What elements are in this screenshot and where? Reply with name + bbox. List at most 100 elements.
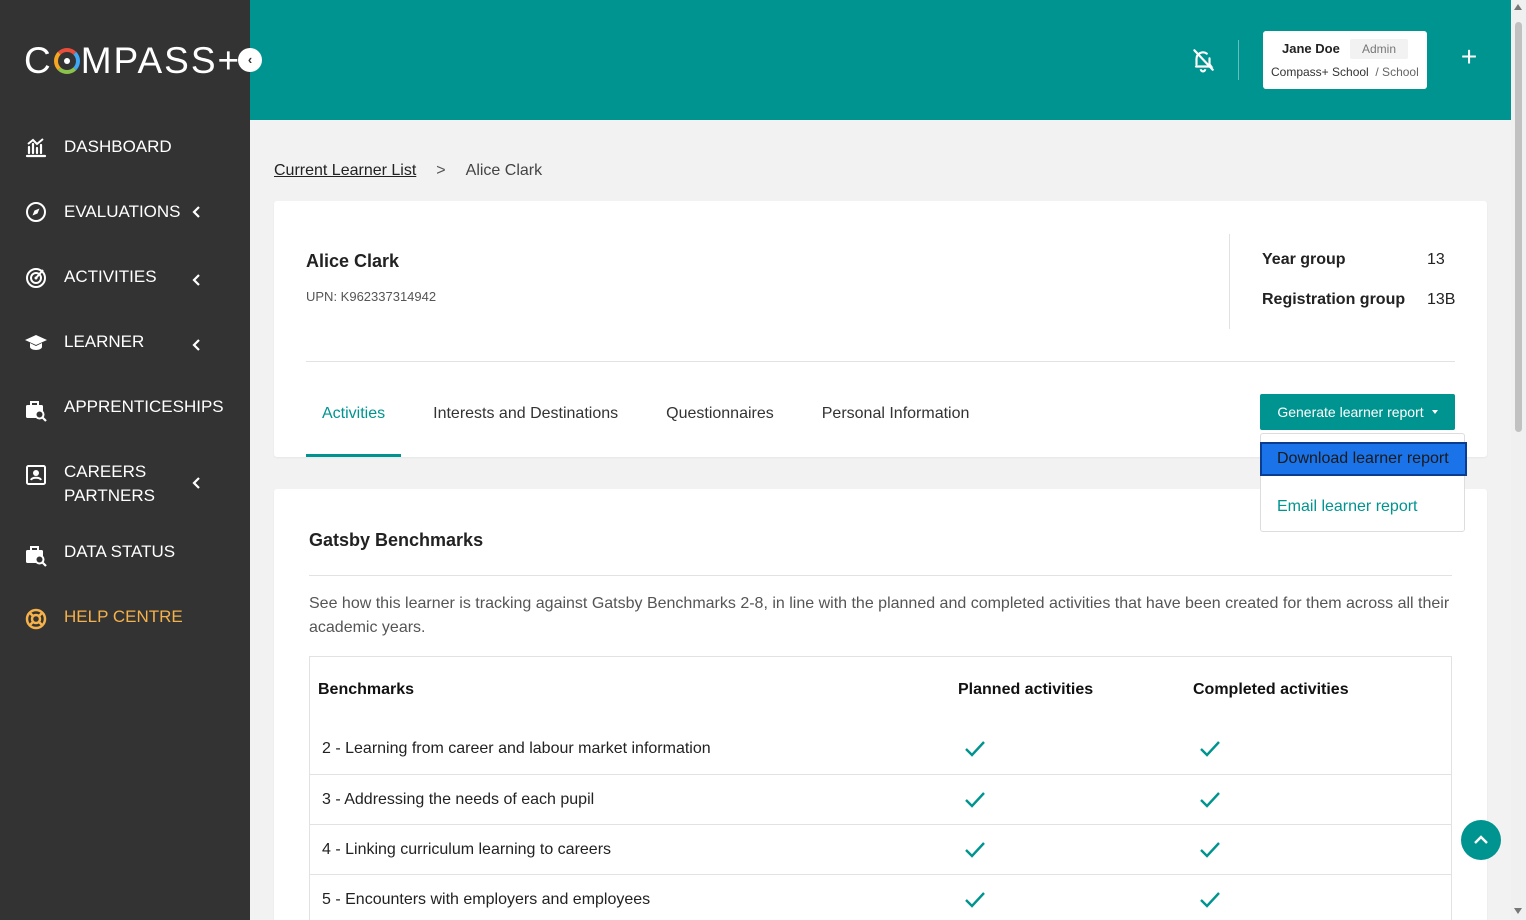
chevron-left-icon xyxy=(192,206,200,218)
registration-group-row: Registration group 13B xyxy=(1262,291,1455,309)
briefcase-search-icon xyxy=(26,546,47,567)
benchmark-name: 3 - Addressing the needs of each pupil xyxy=(322,791,595,808)
scroll-down-arrow-icon[interactable] xyxy=(1514,908,1522,914)
column-header-completed: Completed activities xyxy=(1193,681,1349,698)
top-header: Jane Doe Admin Compass+ School / School … xyxy=(250,0,1511,120)
user-role-badge: Admin xyxy=(1350,39,1409,59)
user-account-card[interactable]: Jane Doe Admin Compass+ School / School xyxy=(1263,31,1427,89)
chevron-left-icon xyxy=(192,274,200,286)
scrollbar-thumb[interactable] xyxy=(1515,22,1522,432)
table-header-row: Benchmarks Planned activities Completed … xyxy=(310,657,1451,724)
breadcrumb: Current Learner List > Alice Clark xyxy=(274,162,542,180)
bell-off-icon[interactable] xyxy=(1190,47,1216,73)
breadcrumb-separator: > xyxy=(436,162,446,179)
user-school: Compass+ School / School xyxy=(1271,65,1419,79)
chevron-up-icon xyxy=(1474,835,1488,844)
sidebar-item-careers-partners[interactable]: CAREERS PARTNERS xyxy=(0,460,250,508)
tab-personal-information[interactable]: Personal Information xyxy=(806,393,986,457)
sidebar: C MPASS+ DASHBOARD EVALUATIONS ACTIVITIES… xyxy=(0,0,250,920)
benchmark-name: 4 - Linking curriculum learning to caree… xyxy=(322,841,612,858)
compass-logo[interactable]: C MPASS+ xyxy=(24,40,241,82)
chevron-left-icon xyxy=(192,477,200,489)
table-row: 2 - Learning from career and labour mark… xyxy=(310,724,1451,774)
sidebar-item-data-status[interactable]: DATA STATUS xyxy=(0,540,250,567)
email-learner-report-option[interactable]: Email learner report xyxy=(1261,490,1466,524)
section-description: See how this learner is tracking against… xyxy=(309,595,1450,636)
page-scrollbar[interactable] xyxy=(1511,0,1526,920)
add-button[interactable]: + xyxy=(1458,43,1480,71)
header-divider xyxy=(1238,40,1239,80)
generate-report-label: Generate learner report xyxy=(1277,404,1424,420)
sidebar-item-learner[interactable]: LEARNER xyxy=(0,330,250,354)
summary-divider xyxy=(1229,234,1230,329)
school-name: Compass+ School xyxy=(1271,65,1369,79)
sidebar-item-label: DATA STATUS xyxy=(64,542,176,561)
sidebar-item-apprenticeships[interactable]: APPRENTICESHIPS xyxy=(0,395,250,422)
benchmark-name: 2 - Learning from career and labour mark… xyxy=(322,740,711,757)
check-icon xyxy=(965,792,985,808)
learner-summary-card: Alice Clark UPN: K962337314942 Year grou… xyxy=(274,201,1487,457)
check-icon xyxy=(965,741,985,757)
tab-questionnaires[interactable]: Questionnaires xyxy=(650,393,790,457)
sidebar-item-dashboard[interactable]: DASHBOARD xyxy=(0,135,250,159)
id-card-icon xyxy=(26,465,46,485)
registration-group-value: 13B xyxy=(1427,291,1456,308)
generate-learner-report-button[interactable]: Generate learner report xyxy=(1260,394,1455,430)
sidebar-item-activities[interactable]: ACTIVITIES xyxy=(0,265,250,289)
breadcrumb-link-learner-list[interactable]: Current Learner List xyxy=(274,162,416,180)
gatsby-benchmarks-card: Gatsby Benchmarks See how this learner i… xyxy=(274,489,1487,920)
breadcrumb-current: Alice Clark xyxy=(465,162,543,179)
caret-down-icon xyxy=(1431,410,1438,414)
sidebar-collapse-button[interactable]: ‹ xyxy=(238,48,262,72)
section-divider xyxy=(309,575,1452,576)
check-icon xyxy=(1200,792,1220,808)
check-icon xyxy=(965,892,985,908)
sidebar-item-label: EVALUATIONS xyxy=(64,202,181,221)
column-header-planned: Planned activities xyxy=(958,681,1094,698)
year-group-value: 13 xyxy=(1427,251,1445,268)
lifebuoy-icon xyxy=(25,608,47,630)
logo-ring-icon xyxy=(53,48,80,74)
year-group-row: Year group 13 xyxy=(1262,251,1445,269)
sidebar-item-label: APPRENTICESHIPS xyxy=(64,397,224,416)
tab-interests-and-destinations[interactable]: Interests and Destinations xyxy=(417,393,634,457)
logo-text-end: MPASS+ xyxy=(80,40,242,81)
chevron-left-icon xyxy=(192,339,200,351)
chart-icon xyxy=(25,138,47,158)
sidebar-item-label: HELP CENTRE xyxy=(64,607,183,626)
compass-icon xyxy=(26,202,46,222)
table-row: 5 - Encounters with employers and employ… xyxy=(310,874,1451,920)
sidebar-item-label-line2: PARTNERS xyxy=(64,486,156,505)
learner-upn: UPN: K962337314942 xyxy=(306,289,437,304)
user-name: Jane Doe xyxy=(1282,41,1340,56)
learner-tabs: Activities Interests and Destinations Qu… xyxy=(306,393,1001,457)
registration-group-label: Registration group xyxy=(1262,291,1406,308)
sidebar-item-help-centre[interactable]: HELP CENTRE xyxy=(0,605,250,630)
learner-name: Alice Clark xyxy=(306,251,400,271)
card-divider xyxy=(306,361,1455,362)
tab-activities[interactable]: Activities xyxy=(306,393,402,457)
scroll-up-arrow-icon[interactable] xyxy=(1514,4,1522,10)
sidebar-item-label: DASHBOARD xyxy=(64,137,172,156)
back-to-top-button[interactable] xyxy=(1461,820,1501,860)
briefcase-search-icon xyxy=(26,401,47,422)
column-header-benchmarks: Benchmarks xyxy=(318,681,415,698)
table-row: 3 - Addressing the needs of each pupil xyxy=(310,774,1451,824)
target-icon xyxy=(26,268,46,288)
logo-text-start: C xyxy=(24,40,53,81)
check-icon xyxy=(965,842,985,858)
sidebar-item-label-line1: CAREERS xyxy=(64,462,147,481)
table-row: 4 - Linking curriculum learning to caree… xyxy=(310,824,1451,874)
sidebar-item-label: LEARNER xyxy=(64,332,145,351)
check-icon xyxy=(1200,892,1220,908)
school-type: / School xyxy=(1375,65,1419,79)
sidebar-item-label: ACTIVITIES xyxy=(64,267,157,286)
year-group-label: Year group xyxy=(1262,251,1346,268)
graduation-cap-icon xyxy=(25,335,47,350)
sidebar-item-evaluations[interactable]: EVALUATIONS xyxy=(0,200,250,224)
check-icon xyxy=(1200,741,1220,757)
check-icon xyxy=(1200,842,1220,858)
benchmark-name: 5 - Encounters with employers and employ… xyxy=(322,891,651,908)
download-learner-report-option[interactable]: Download learner report xyxy=(1260,442,1467,476)
report-dropdown-menu: Download learner report Email learner re… xyxy=(1260,433,1467,532)
